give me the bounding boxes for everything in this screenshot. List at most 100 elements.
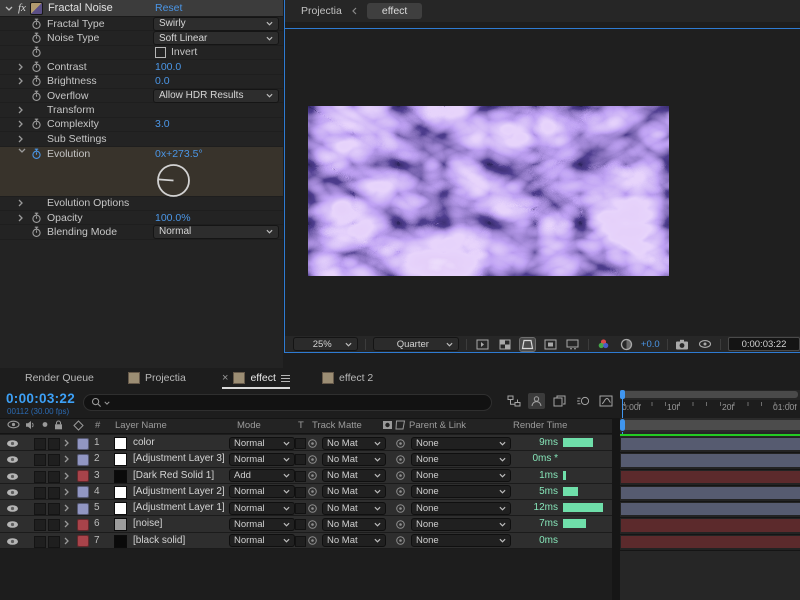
t-column-label[interactable]: T xyxy=(298,420,304,431)
expander-icon[interactable] xyxy=(18,199,31,207)
layer-name[interactable]: color xyxy=(133,437,155,448)
tab-effect2-comp[interactable]: effect 2 xyxy=(322,372,373,384)
matte-pick-whip-icon[interactable] xyxy=(307,503,318,514)
blend-mode-dropdown[interactable]: Normal xyxy=(229,502,295,515)
blend-mode-dropdown[interactable]: Normal xyxy=(229,437,295,450)
parameter-value[interactable]: 3.0 xyxy=(155,118,170,130)
effect-parameter-row[interactable]: Blending Mode Normal xyxy=(0,225,283,239)
layer-duration-bar[interactable] xyxy=(621,487,800,499)
blend-mode-dropdown[interactable]: Normal xyxy=(229,485,295,498)
expander-icon[interactable] xyxy=(18,63,31,71)
search-input[interactable] xyxy=(83,394,492,411)
effect-parameter-row[interactable]: Fractal Type Swirly xyxy=(0,17,283,31)
layer-row[interactable]: 2 [Adjustment Layer 3] Normal No Mat xyxy=(0,451,612,467)
parent-pick-whip-icon[interactable] xyxy=(395,535,406,546)
effect-parameter-row[interactable]: Complexity 3.0 xyxy=(0,118,283,132)
expander-icon[interactable] xyxy=(18,135,31,143)
layer-row[interactable]: 5 [Adjustment Layer 1] Normal No Mat xyxy=(0,500,612,516)
effect-parameter-row[interactable]: Noise Type Soft Linear xyxy=(0,31,283,45)
layer-expander-icon[interactable] xyxy=(64,439,69,447)
effect-parameter-row[interactable]: Evolution Options xyxy=(0,197,283,211)
time-ruler[interactable]: 0:00f 10f 20f 01:00f xyxy=(620,400,800,418)
lock-toggle[interactable] xyxy=(48,503,60,515)
layer-duration-bar[interactable] xyxy=(621,503,800,515)
layer-name-column-label[interactable]: Layer Name xyxy=(115,420,167,431)
parent-pick-whip-icon[interactable] xyxy=(395,470,406,481)
label-color-chip[interactable] xyxy=(77,454,89,466)
label-color-chip[interactable] xyxy=(77,470,89,482)
lock-toggle[interactable] xyxy=(48,519,60,531)
preserve-transparency-toggle[interactable] xyxy=(295,536,306,547)
composition-flowchart-icon[interactable] xyxy=(505,393,522,409)
layer-name[interactable]: [Adjustment Layer 1] xyxy=(133,502,225,513)
motion-blur-icon[interactable] xyxy=(574,393,591,409)
layer-row[interactable]: 6 [noise] Normal No Mat xyxy=(0,516,612,532)
track-row[interactable] xyxy=(620,502,800,518)
parent-pick-whip-icon[interactable] xyxy=(395,454,406,465)
stopwatch-icon[interactable] xyxy=(31,32,47,44)
expander-icon[interactable] xyxy=(18,106,31,114)
preserve-transparency-toggle[interactable] xyxy=(295,438,306,449)
preview-snapshot-icon[interactable] xyxy=(474,338,490,351)
solo-toggle[interactable] xyxy=(34,503,46,515)
eye-toggle[interactable] xyxy=(6,537,19,546)
blend-mode-dropdown[interactable]: Normal xyxy=(229,453,295,466)
parent-dropdown[interactable]: None xyxy=(411,534,511,547)
eye-toggle[interactable] xyxy=(6,439,19,448)
layer-expander-icon[interactable] xyxy=(64,455,69,463)
label-color-chip[interactable] xyxy=(77,486,89,498)
exposure-icon[interactable] xyxy=(618,338,634,351)
stopwatch-icon[interactable] xyxy=(31,18,47,30)
solo-toggle[interactable] xyxy=(34,519,46,531)
layer-duration-bar[interactable] xyxy=(621,536,800,548)
render-time-column-label[interactable]: Render Time xyxy=(513,420,567,431)
expander-icon[interactable] xyxy=(18,214,31,222)
parent-dropdown[interactable]: None xyxy=(411,502,511,515)
label-color-chip[interactable] xyxy=(77,535,89,547)
layer-name[interactable]: [black solid] xyxy=(133,535,185,546)
checkbox-box[interactable] xyxy=(155,47,166,58)
mask-visibility-icon[interactable] xyxy=(520,338,536,351)
layer-expander-icon[interactable] xyxy=(64,537,69,545)
solo-toggle[interactable] xyxy=(34,536,46,548)
effect-header-row[interactable]: fx Fractal Noise Reset xyxy=(0,0,283,17)
parameter-value[interactable]: 100.0% xyxy=(155,212,191,224)
track-matte-dropdown[interactable]: No Mat xyxy=(322,485,386,498)
layer-row[interactable]: 4 [Adjustment Layer 2] Normal No Mat xyxy=(0,484,612,500)
close-icon[interactable]: × xyxy=(222,372,228,384)
preserve-transparency-toggle[interactable] xyxy=(295,503,306,514)
matte-pick-whip-icon[interactable] xyxy=(307,454,318,465)
panel-menu-icon[interactable] xyxy=(281,373,290,384)
track-row[interactable] xyxy=(620,470,800,486)
track-matte-dropdown[interactable]: No Mat xyxy=(322,453,386,466)
lock-toggle[interactable] xyxy=(48,438,60,450)
effect-parameter-row[interactable]: Sub Settings xyxy=(0,132,283,146)
preserve-transparency-toggle[interactable] xyxy=(295,471,306,482)
blend-mode-dropdown[interactable]: Normal xyxy=(229,518,295,531)
tab-effect-comp[interactable]: × effect xyxy=(222,372,290,389)
layer-row[interactable]: 1 color Normal No Mat xyxy=(0,435,612,451)
work-area-bar[interactable] xyxy=(620,418,800,432)
effect-parameter-row[interactable]: Transform xyxy=(0,103,283,117)
effect-parameter-row[interactable]: Overflow Allow HDR Results xyxy=(0,89,283,103)
magnification-dropdown[interactable]: 25% xyxy=(293,337,358,351)
reset-button[interactable]: Reset xyxy=(155,2,182,14)
parameter-dropdown[interactable]: Soft Linear xyxy=(153,31,279,45)
parameter-value[interactable]: 0x+273.5° xyxy=(155,148,203,160)
track-row[interactable] xyxy=(620,486,800,502)
parent-dropdown[interactable]: None xyxy=(411,518,511,531)
eye-toggle[interactable] xyxy=(6,520,19,529)
stopwatch-icon[interactable] xyxy=(31,212,47,224)
region-of-interest-icon[interactable] xyxy=(542,338,558,351)
layer-name[interactable]: [Dark Red Solid 1] xyxy=(133,470,214,481)
layer-row[interactable]: 3 [Dark Red Solid 1] Add No Mat xyxy=(0,468,612,484)
effect-parameter-row[interactable]: Evolution 0x+273.5° xyxy=(0,147,283,197)
tab-render-queue[interactable]: Render Queue xyxy=(25,372,94,384)
current-timecode[interactable]: 0:00:03:22 xyxy=(6,391,75,406)
stopwatch-icon[interactable] xyxy=(31,46,47,58)
resolution-dropdown[interactable]: Quarter xyxy=(373,337,459,351)
effect-parameter-row[interactable]: Opacity 100.0% xyxy=(0,211,283,225)
parent-dropdown[interactable]: None xyxy=(411,453,511,466)
matte-pick-whip-icon[interactable] xyxy=(307,438,318,449)
stopwatch-icon[interactable] xyxy=(31,118,47,130)
